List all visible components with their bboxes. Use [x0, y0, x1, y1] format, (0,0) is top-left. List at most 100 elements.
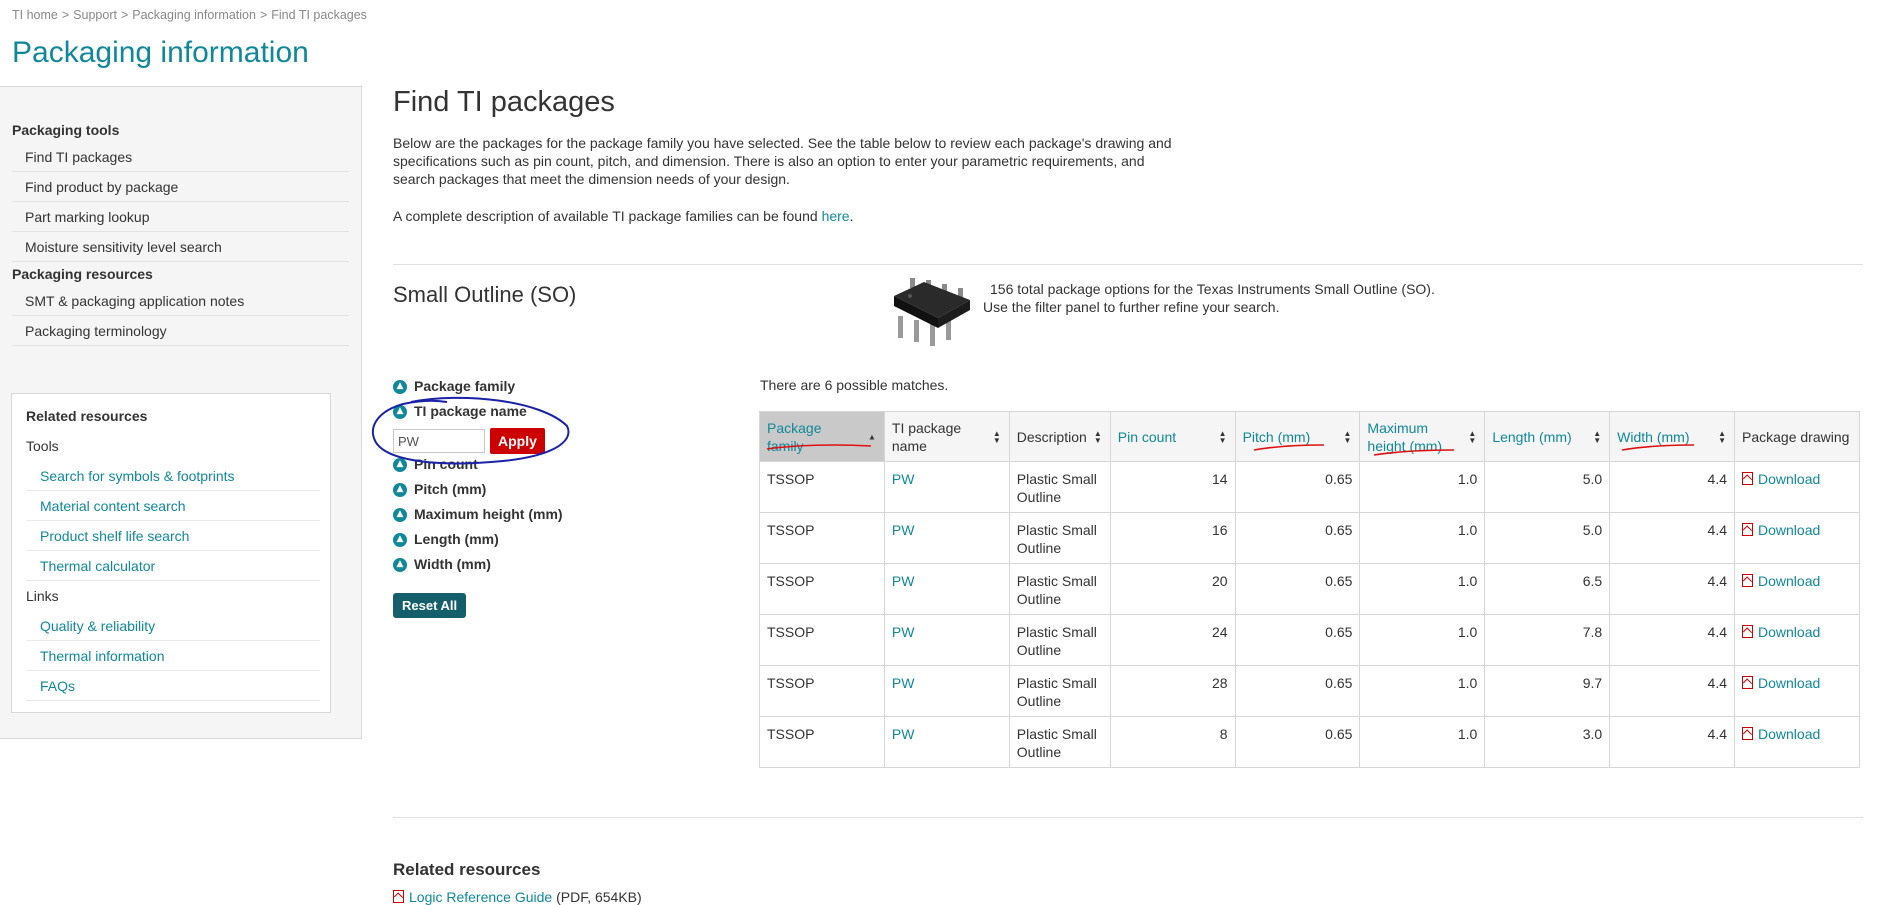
sidebar-item-smt-app-notes[interactable]: SMT & packaging application notes	[12, 286, 349, 316]
here-link[interactable]: here	[822, 208, 850, 224]
pdf-icon	[1742, 472, 1754, 485]
sidebar-item-part-marking-lookup[interactable]: Part marking lookup	[12, 202, 349, 232]
cell-package-drawing: Download	[1734, 512, 1860, 564]
header-label: TI package name	[891, 419, 962, 454]
header-label: Package family	[767, 419, 822, 454]
table-row: TSSOP PW Plastic Small Outline 8 0.65 1.0 3.0 4…	[759, 716, 1860, 768]
package-name-input[interactable]	[393, 429, 485, 453]
header-label: Description	[1016, 428, 1087, 445]
cell-maximum-height: 1.0	[1359, 512, 1486, 564]
sidebar-item-packaging-terminology[interactable]: Packaging terminology	[12, 316, 349, 346]
related-links-list: Quality & reliability Thermal informatio…	[26, 611, 320, 701]
related-resources-heading: Related resources	[393, 860, 541, 879]
filter-pin-count[interactable]: ▲ Pin count	[393, 452, 653, 477]
cell-package-family: TSSOP	[759, 716, 885, 768]
breadcrumb: TI home > Support > Packaging information > Fi…	[12, 8, 367, 22]
logic-reference-guide-link[interactable]: Logic Reference Guide	[409, 889, 552, 905]
download-link[interactable]: Download	[1758, 573, 1820, 589]
sidebar-item-find-product-by-package[interactable]: Find product by package	[12, 172, 349, 202]
filter-label: Width (mm)	[414, 556, 491, 572]
cell-ti-package-name[interactable]: PW	[883, 512, 1010, 564]
header-label: Width (mm)	[1617, 428, 1690, 445]
col-pin-count[interactable]: Pin count ▲ ▼	[1109, 411, 1236, 462]
cell-ti-package-name[interactable]: PW	[883, 665, 1010, 717]
breadcrumb-current: Find TI packages	[271, 8, 367, 22]
sidebar-item-find-ti-packages[interactable]: Find TI packages	[12, 142, 349, 172]
related-tools-list: Search for symbols & footprints Material…	[26, 461, 320, 581]
col-pitch[interactable]: Pitch (mm) ▲ ▼	[1234, 411, 1361, 462]
download-link[interactable]: Download	[1758, 675, 1820, 691]
download-link[interactable]: Download	[1758, 471, 1820, 487]
sort-icon: ▲ ▼	[1593, 428, 1602, 445]
cell-pitch: 0.65	[1234, 665, 1361, 717]
filter-width[interactable]: ▲ Width (mm)	[393, 552, 653, 577]
col-width[interactable]: Width (mm) ▲ ▼	[1609, 411, 1736, 462]
sidebar-group-packaging-tools: Packaging tools	[12, 122, 120, 138]
breadcrumb-support[interactable]: Support	[73, 8, 117, 22]
cell-ti-package-name[interactable]: PW	[883, 716, 1010, 768]
table-row: TSSOP PW Plastic Small Outline 24 0.65 1.0 7.8…	[759, 614, 1860, 666]
sidebar-item-moisture-sensitivity[interactable]: Moisture sensitivity level search	[12, 232, 349, 262]
cell-length: 6.5	[1484, 563, 1611, 615]
pdf-icon	[1742, 676, 1754, 689]
related-link-thermal-calculator[interactable]: Thermal calculator	[26, 551, 320, 581]
related-link-symbols-footprints[interactable]: Search for symbols & footprints	[26, 461, 320, 491]
cell-pin-count: 24	[1109, 614, 1236, 666]
related-link-material-content[interactable]: Material content search	[26, 491, 320, 521]
col-package-family[interactable]: Package family ▲	[759, 411, 885, 462]
cell-maximum-height: 1.0	[1359, 461, 1486, 513]
related-resources-title: Related resources	[26, 408, 148, 424]
col-description[interactable]: Description ▲ ▼	[1008, 411, 1111, 462]
download-link[interactable]: Download	[1758, 624, 1820, 640]
header-label: Pin count	[1117, 428, 1177, 445]
cell-length: 9.7	[1484, 665, 1611, 717]
related-link-thermal-info[interactable]: Thermal information	[26, 641, 320, 671]
filter-pitch[interactable]: ▲ Pitch (mm)	[393, 477, 653, 502]
chevron-up-icon: ▲	[393, 482, 407, 497]
cell-package-drawing: Download	[1734, 665, 1860, 717]
sort-icon: ▲ ▼	[1343, 428, 1352, 445]
cell-package-family: TSSOP	[759, 614, 885, 666]
cell-package-family: TSSOP	[759, 461, 885, 513]
related-link-shelf-life[interactable]: Product shelf life search	[26, 521, 320, 551]
related-resources-box: Related resources Tools Search for symbo…	[11, 393, 331, 713]
cell-pitch: 0.65	[1234, 512, 1361, 564]
cell-ti-package-name[interactable]: PW	[883, 563, 1010, 615]
filter-ti-package-name[interactable]: ▲ TI package name	[393, 399, 653, 424]
col-ti-package-name[interactable]: TI package name ▲ ▼	[883, 411, 1010, 462]
breadcrumb-packaging-information[interactable]: Packaging information	[132, 8, 256, 22]
cell-ti-package-name[interactable]: PW	[883, 614, 1010, 666]
filter-label: Package family	[414, 378, 516, 394]
filter-label: TI package name	[414, 403, 527, 419]
logic-reference-guide: Logic Reference Guide (PDF, 654KB)	[393, 889, 642, 905]
cell-pin-count: 20	[1109, 563, 1236, 615]
download-link[interactable]: Download	[1758, 726, 1820, 742]
related-link-quality[interactable]: Quality & reliability	[26, 611, 320, 641]
cell-package-drawing: Download	[1734, 461, 1860, 513]
cell-ti-package-name[interactable]: PW	[883, 461, 1010, 513]
col-package-drawing: Package drawing	[1734, 411, 1860, 462]
chevron-up-icon: ▲	[393, 557, 407, 572]
breadcrumb-separator: >	[259, 8, 268, 22]
table-row: TSSOP PW Plastic Small Outline 28 0.65 1.0 9.7…	[759, 665, 1860, 717]
apply-button[interactable]: Apply	[490, 428, 545, 454]
filter-length[interactable]: ▲ Length (mm)	[393, 527, 653, 552]
cell-pin-count: 16	[1109, 512, 1236, 564]
chevron-up-icon: ▲	[393, 457, 407, 472]
cell-package-family: TSSOP	[759, 563, 885, 615]
cell-pitch: 0.65	[1234, 461, 1361, 513]
header-label: Length (mm)	[1492, 428, 1572, 445]
download-link[interactable]: Download	[1758, 522, 1820, 538]
col-maximum-height[interactable]: Maximum height (mm) ▲ ▼	[1359, 411, 1486, 462]
filter-package-family[interactable]: ▲ Package family	[393, 374, 653, 399]
col-length[interactable]: Length (mm) ▲ ▼	[1484, 411, 1611, 462]
cell-width: 4.4	[1609, 716, 1736, 768]
reset-all-button[interactable]: Reset All	[393, 593, 467, 618]
cell-length: 5.0	[1484, 512, 1611, 564]
total-options-text: 156 total package options for the Texas …	[983, 280, 1503, 316]
breadcrumb-ti-home[interactable]: TI home	[12, 8, 58, 22]
package-family-heading: Small Outline (SO)	[393, 282, 577, 307]
related-link-faqs[interactable]: FAQs	[26, 671, 320, 701]
cell-description: Plastic Small Outline	[1008, 461, 1111, 513]
filter-maximum-height[interactable]: ▲ Maximum height (mm)	[393, 502, 653, 527]
